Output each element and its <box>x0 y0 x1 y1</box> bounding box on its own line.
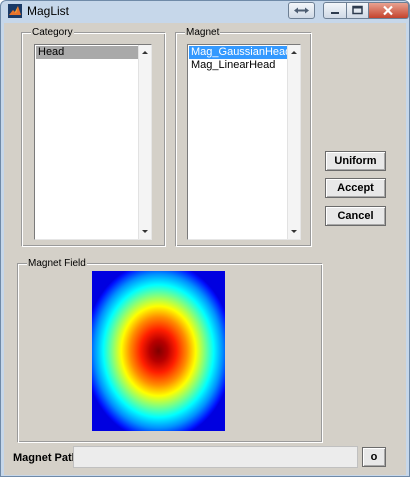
minimize-icon <box>331 12 339 14</box>
magnet-field-panel: Magnet Field <box>18 258 323 443</box>
close-button[interactable] <box>369 2 409 19</box>
category-panel: Category Head <box>22 27 166 247</box>
magnet-listbox[interactable]: Mag_GaussianHead Mag_LinearHead <box>187 44 301 240</box>
minimize-button[interactable] <box>323 2 347 19</box>
scroll-down-icon[interactable] <box>142 230 148 233</box>
magnet-field-heatmap <box>92 271 225 431</box>
list-item-mag-linearhead[interactable]: Mag_LinearHead <box>189 59 287 72</box>
close-icon <box>383 5 393 16</box>
dock-button[interactable] <box>288 2 315 19</box>
title-bar[interactable]: MagList <box>1 1 409 21</box>
list-item-head[interactable]: Head <box>36 46 138 59</box>
maximize-button[interactable] <box>347 2 369 19</box>
scroll-up-icon[interactable] <box>291 51 297 54</box>
uniform-button[interactable]: Uniform <box>325 151 386 171</box>
category-listbox[interactable]: Head <box>34 44 152 240</box>
window-frame: MagList Category Head Magnet Mag_Gaussia… <box>0 0 410 477</box>
matlab-icon <box>8 4 22 18</box>
window-title: MagList <box>27 4 70 18</box>
accept-button[interactable]: Accept <box>325 178 386 198</box>
maximize-icon <box>352 5 363 15</box>
magnet-field-panel-title: Magnet Field <box>27 258 87 270</box>
list-item-mag-gaussianhead[interactable]: Mag_GaussianHead <box>189 46 291 59</box>
category-scrollbar[interactable] <box>138 45 151 239</box>
magnet-path-input[interactable] <box>73 446 358 468</box>
magnet-path-label: Magnet Path <box>13 452 79 464</box>
magnet-scrollbar[interactable] <box>287 45 300 239</box>
dialog-body: Category Head Magnet Mag_GaussianHead Ma… <box>4 23 406 475</box>
magnet-panel: Magnet Mag_GaussianHead Mag_LinearHead <box>176 27 312 247</box>
category-panel-title: Category <box>31 27 74 39</box>
dock-arrows-icon <box>294 7 309 14</box>
open-file-button[interactable]: o <box>362 447 386 467</box>
cancel-button[interactable]: Cancel <box>325 206 386 226</box>
scroll-down-icon[interactable] <box>291 230 297 233</box>
magnet-panel-title: Magnet <box>185 27 221 39</box>
scroll-up-icon[interactable] <box>142 51 148 54</box>
